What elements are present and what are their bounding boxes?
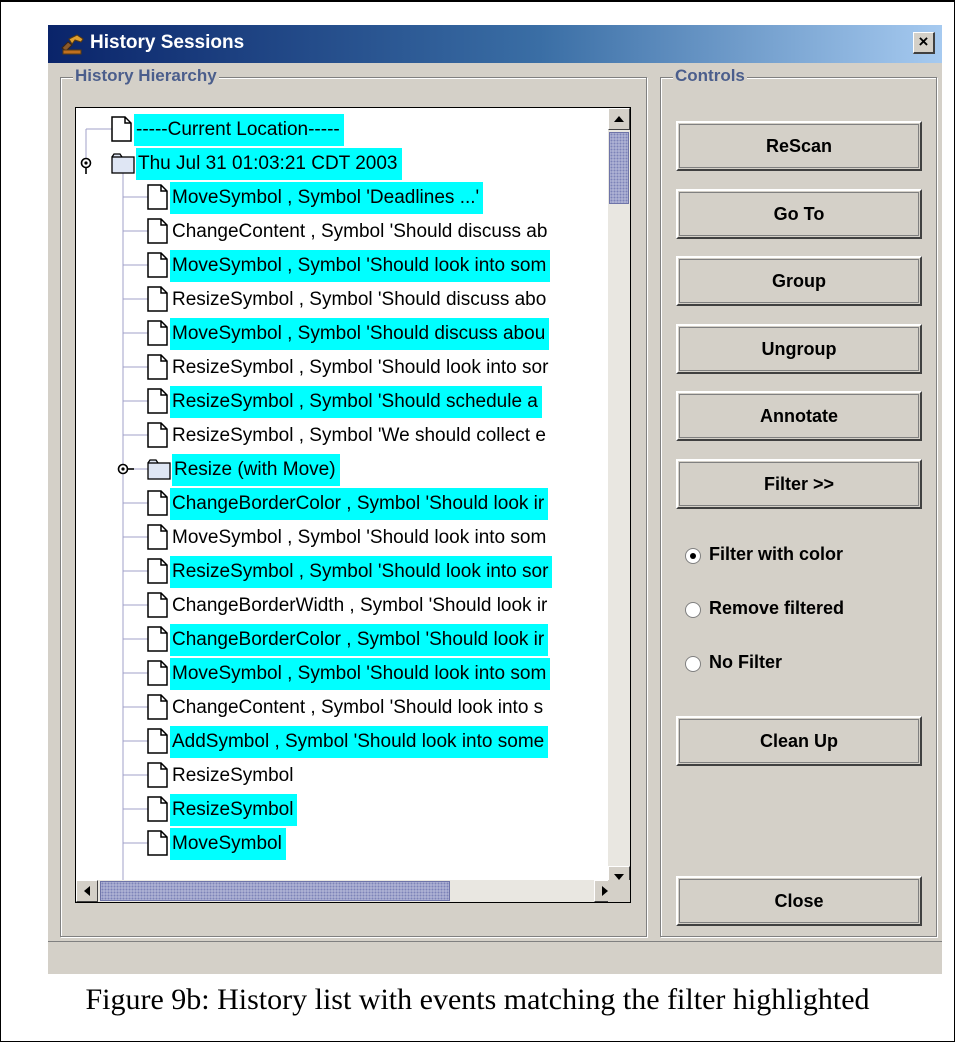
tree-row[interactable]: MoveSymbol , Symbol 'Should look into so… bbox=[76, 248, 616, 282]
tree-node-label[interactable]: ResizeSymbol , Symbol 'We should collect… bbox=[170, 420, 550, 452]
tree-row[interactable]: -----Current Location----- bbox=[76, 112, 616, 146]
history-tree-viewport: -----Current Location----- Thu Jul 31 01:… bbox=[76, 108, 616, 888]
tree-row[interactable]: ChangeBorderColor , Symbol 'Should look … bbox=[76, 622, 616, 656]
tree-row[interactable]: MoveSymbol , Symbol 'Should look into so… bbox=[76, 520, 616, 554]
tree-node-label[interactable]: ResizeSymbol bbox=[170, 760, 297, 792]
tree-node-label[interactable]: MoveSymbol , Symbol 'Should discuss abou bbox=[170, 318, 550, 350]
tree-node-label[interactable]: ResizeSymbol , Symbol 'Should look into … bbox=[170, 352, 552, 384]
vertical-scrollbar[interactable] bbox=[608, 108, 630, 888]
tree-node-label[interactable]: ResizeSymbol , Symbol 'Should look into … bbox=[170, 556, 553, 588]
tree-node-label[interactable]: ChangeBorderColor , Symbol 'Should look … bbox=[170, 488, 549, 520]
annotate-button[interactable]: Annotate bbox=[676, 391, 922, 441]
group-button[interactable]: Group bbox=[676, 256, 922, 306]
horizontal-scrollbar[interactable] bbox=[76, 880, 616, 902]
radio-label: No Filter bbox=[709, 652, 783, 672]
tree-node-label[interactable]: ChangeContent , Symbol 'Should look into… bbox=[170, 692, 547, 724]
figure-caption: Figure 9b: History list with events matc… bbox=[85, 983, 870, 1016]
tree-node-label[interactable]: ResizeSymbol bbox=[170, 794, 298, 826]
radio-label: Remove filtered bbox=[709, 598, 845, 618]
tree-node-label[interactable]: ResizeSymbol , Symbol 'Should schedule a bbox=[170, 386, 542, 418]
controls-legend: Controls bbox=[673, 66, 747, 86]
rescan-button[interactable]: ReScan bbox=[676, 121, 922, 171]
tree-row[interactable]: MoveSymbol , Symbol 'Should look into so… bbox=[76, 656, 616, 690]
tree-row[interactable]: ResizeSymbol , Symbol 'Should discuss ab… bbox=[76, 282, 616, 316]
tree-row[interactable]: ResizeSymbol , Symbol 'We should collect… bbox=[76, 418, 616, 452]
tree-row[interactable]: ResizeSymbol , Symbol 'Should look into … bbox=[76, 350, 616, 384]
tree-row[interactable]: ChangeBorderColor , Symbol 'Should look … bbox=[76, 486, 616, 520]
status-bar bbox=[48, 941, 942, 974]
tree-row[interactable]: AddSymbol , Symbol 'Should look into som… bbox=[76, 724, 616, 758]
tree-node-label[interactable]: MoveSymbol , Symbol 'Should look into so… bbox=[170, 522, 550, 554]
tree-row[interactable]: ChangeContent , Symbol 'Should discuss a… bbox=[76, 214, 616, 248]
scroll-up-button[interactable] bbox=[608, 108, 630, 130]
history-tree[interactable]: -----Current Location----- Thu Jul 31 01:… bbox=[75, 107, 631, 903]
radio-button-icon bbox=[685, 548, 701, 564]
filter-button[interactable]: Filter >> bbox=[676, 459, 922, 509]
arrow-up-icon bbox=[614, 116, 624, 122]
radio-button-icon bbox=[685, 656, 701, 672]
close-window-button[interactable]: × bbox=[913, 32, 935, 54]
tree-row[interactable]: ResizeSymbol , Symbol 'Should look into … bbox=[76, 554, 616, 588]
history-hierarchy-legend: History Hierarchy bbox=[73, 66, 219, 86]
tree-node-label[interactable]: ChangeBorderColor , Symbol 'Should look … bbox=[170, 624, 549, 656]
go-to-button[interactable]: Go To bbox=[676, 189, 922, 239]
scroll-left-button[interactable] bbox=[76, 880, 98, 902]
history-sessions-window: History Sessions × History Hierarchy ---… bbox=[48, 25, 942, 974]
tree-row[interactable]: Thu Jul 31 01:03:21 CDT 2003 bbox=[76, 146, 616, 180]
scroll-corner bbox=[608, 880, 630, 902]
clean-up-button[interactable]: Clean Up bbox=[676, 716, 922, 766]
vertical-scroll-thumb[interactable] bbox=[609, 132, 629, 204]
arrow-left-icon bbox=[84, 886, 90, 896]
hammer-icon bbox=[61, 34, 84, 55]
close-button[interactable]: Close bbox=[676, 876, 922, 926]
tree-node-label[interactable]: MoveSymbol bbox=[170, 828, 286, 860]
tree-node-label[interactable]: ResizeSymbol , Symbol 'Should discuss ab… bbox=[170, 284, 550, 316]
tree-node-label[interactable]: Thu Jul 31 01:03:21 CDT 2003 bbox=[136, 148, 402, 180]
tree-node-label[interactable]: -----Current Location----- bbox=[134, 114, 344, 146]
close-icon: × bbox=[918, 32, 929, 51]
tree-row[interactable]: MoveSymbol , Symbol 'Should discuss abou bbox=[76, 316, 616, 350]
tree-node-label[interactable]: Resize (with Move) bbox=[172, 454, 340, 486]
window-title: History Sessions bbox=[90, 32, 245, 53]
radio-selected-dot bbox=[690, 553, 696, 559]
history-hierarchy-group: History Hierarchy -----Current Location-… bbox=[60, 66, 647, 937]
tree-node-label[interactable]: MoveSymbol , Symbol 'Should look into so… bbox=[170, 250, 551, 282]
tree-node-label[interactable]: AddSymbol , Symbol 'Should look into som… bbox=[170, 726, 549, 758]
radio-button-icon bbox=[685, 602, 701, 618]
tree-row[interactable]: Resize (with Move) bbox=[76, 452, 616, 486]
tree-row[interactable]: ResizeSymbol , Symbol 'Should schedule a bbox=[76, 384, 616, 418]
tree-node-label[interactable]: ChangeBorderWidth , Symbol 'Should look … bbox=[170, 590, 551, 622]
tree-node-label[interactable]: MoveSymbol , Symbol 'Deadlines ...' bbox=[170, 182, 484, 214]
ungroup-button[interactable]: Ungroup bbox=[676, 324, 922, 374]
tree-row[interactable]: ChangeBorderWidth , Symbol 'Should look … bbox=[76, 588, 616, 622]
tree-row[interactable]: ChangeContent , Symbol 'Should look into… bbox=[76, 690, 616, 724]
tree-row[interactable]: MoveSymbol , Symbol 'Deadlines ...' bbox=[76, 180, 616, 214]
tree-row[interactable]: ResizeSymbol bbox=[76, 792, 616, 826]
tree-node-label[interactable]: ChangeContent , Symbol 'Should discuss a… bbox=[170, 216, 551, 248]
horizontal-scroll-thumb[interactable] bbox=[100, 881, 450, 901]
controls-group: Controls ReScan Go To Group Ungroup Anno… bbox=[660, 66, 937, 937]
title-bar[interactable]: History Sessions × bbox=[48, 25, 942, 63]
tree-row[interactable]: MoveSymbol bbox=[76, 826, 616, 860]
tree-node-label[interactable]: MoveSymbol , Symbol 'Should look into so… bbox=[170, 658, 551, 690]
radio-label: Filter with color bbox=[709, 544, 844, 564]
tree-row[interactable]: ResizeSymbol bbox=[76, 758, 616, 792]
